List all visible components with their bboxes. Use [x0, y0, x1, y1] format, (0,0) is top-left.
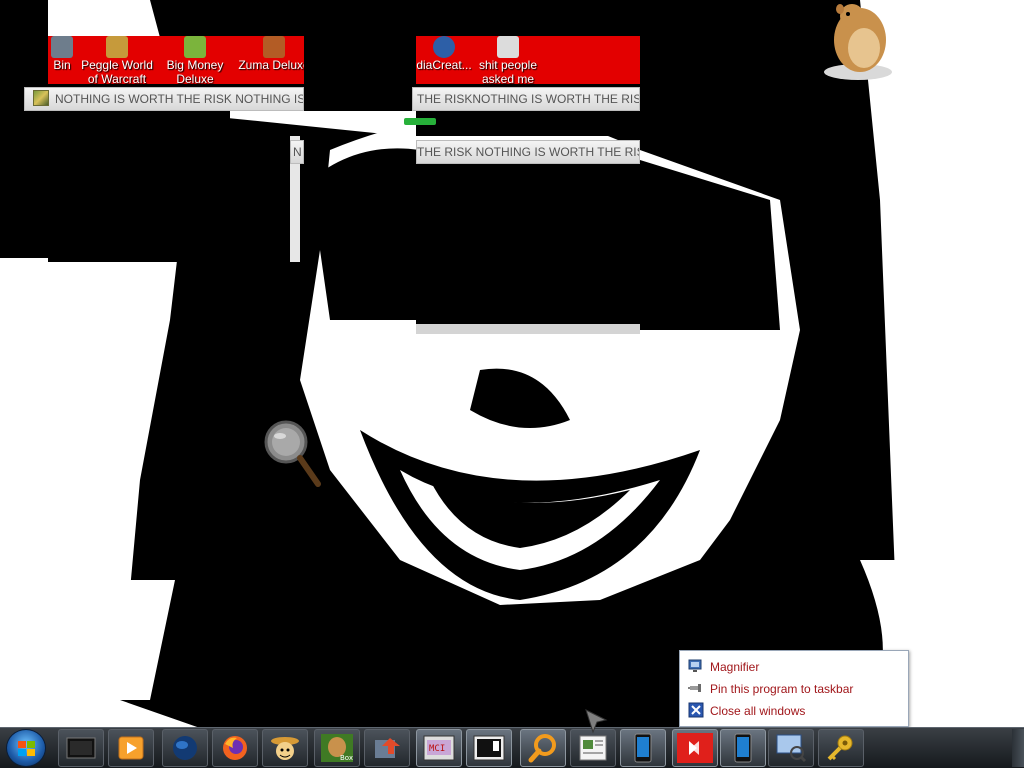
- terminal-window-icon: [473, 735, 505, 761]
- progress-indicator: [404, 118, 436, 125]
- window-title-left: N: [293, 145, 302, 159]
- taskbar-button-notepad[interactable]: [570, 729, 616, 767]
- window-title-fragment: THE RISKNOTHING IS WORTH THE RISKNOTHING…: [417, 92, 639, 106]
- windows-flag-icon: [18, 741, 35, 756]
- taskbar-button-magnifier[interactable]: [520, 729, 566, 767]
- blue-device-icon: [734, 733, 752, 763]
- window-titlebar-second[interactable]: THE RISK NOTHING IS WORTH THE RISK N: [416, 140, 640, 164]
- monitor-search-icon: [776, 734, 807, 763]
- taskbar-button-key[interactable]: [818, 729, 864, 767]
- start-button[interactable]: [6, 729, 46, 767]
- zuma-icon: [263, 36, 285, 58]
- taskbar-button-firefox[interactable]: [212, 729, 258, 767]
- media-player-icon: [118, 736, 144, 760]
- console-output: Welc Esca Micr: [18, 122, 48, 194]
- glitch-block: [416, 111, 640, 136]
- taskbar-button-cowboy[interactable]: [262, 729, 308, 767]
- magnifier-lens[interactable]: [262, 420, 322, 490]
- taskbar-button-monitor-search[interactable]: [768, 729, 814, 767]
- taskbar-button-globe[interactable]: [162, 729, 208, 767]
- glitch-block: [304, 10, 416, 110]
- blue-phone-icon: [634, 733, 652, 763]
- window-titlebar-left[interactable]: N: [290, 140, 304, 164]
- jump-list-item-pin[interactable]: Pin this program to taskbar: [688, 679, 902, 699]
- desktop-icon-shit-people-asked-me[interactable]: shit people asked me: [468, 36, 548, 86]
- repair-tool-icon: [375, 738, 400, 758]
- taskbar-button-repair-tool[interactable]: [364, 729, 410, 767]
- desktop-icon-media-creation[interactable]: diaCreat...: [414, 36, 474, 84]
- mouse-cursor-icon: [585, 709, 608, 734]
- window-title-second: THE RISK NOTHING IS WORTH THE RISK N: [417, 145, 640, 159]
- big-money-icon: [184, 36, 206, 58]
- red-arrows-icon: [677, 733, 713, 763]
- close-icon: [688, 702, 704, 718]
- taskbar-button-terminal[interactable]: [466, 729, 512, 767]
- notepad-icon: [579, 735, 607, 761]
- console-line: Esca: [18, 151, 47, 165]
- taskbar-button-blue-phone[interactable]: [620, 729, 666, 767]
- document-icon: [497, 36, 519, 58]
- svg-text:Box: Box: [340, 754, 353, 762]
- magnifier-icon: [528, 734, 556, 763]
- show-desktop-button[interactable]: [1012, 729, 1024, 767]
- svg-text:MCI: MCI: [429, 744, 445, 754]
- desktop-icon-zuma[interactable]: Zuma Deluxe: [234, 36, 314, 84]
- window-title: NOTHING IS WORTH THE RISK NOTHING IS WO: [55, 92, 304, 106]
- peggle-icon: [106, 36, 128, 58]
- computer-icon: [66, 737, 96, 759]
- cowboy-face-icon: [271, 737, 299, 760]
- key-icon: [827, 735, 853, 761]
- taskbar-button-computer[interactable]: [58, 729, 104, 767]
- firefox-icon: [223, 736, 247, 760]
- jump-list-popup: Magnifier Pin this program to taskbar Cl…: [679, 650, 909, 727]
- taskbar-button-mci[interactable]: MCI: [416, 729, 462, 767]
- taskbar-button-media-player[interactable]: [108, 729, 154, 767]
- media-creation-icon: [433, 36, 455, 58]
- taskbar-button-hamster-box[interactable]: Box: [314, 729, 360, 767]
- console-line: Welc: [18, 127, 47, 141]
- hamster-box-icon: Box: [321, 734, 353, 762]
- desktop-icon-peggle[interactable]: Peggle World of Warcraft: [78, 36, 156, 86]
- taskbar-button-blue-device[interactable]: [720, 729, 766, 767]
- taskbar-button-red-arrows[interactable]: [672, 729, 718, 767]
- pin-icon: [688, 684, 701, 692]
- hamster-image: [824, 4, 892, 80]
- desktop-icon-big-money[interactable]: Big Money Deluxe: [156, 36, 234, 86]
- jump-list-item-close-all[interactable]: Close all windows: [688, 701, 902, 721]
- globe-icon: [173, 736, 197, 760]
- window-titlebar[interactable]: NOTHING IS WORTH THE RISK NOTHING IS WO: [24, 87, 304, 111]
- jump-list-item-magnifier[interactable]: Magnifier: [688, 657, 902, 677]
- mci-icon: MCI: [423, 735, 455, 761]
- recycle-bin-icon: [51, 36, 73, 58]
- console-line: Micr: [18, 175, 47, 189]
- magnifier-icon: [688, 659, 702, 672]
- window-titlebar-fragment[interactable]: THE RISKNOTHING IS WORTH THE RISKNOTHING…: [412, 87, 640, 111]
- app-icon: [33, 90, 49, 106]
